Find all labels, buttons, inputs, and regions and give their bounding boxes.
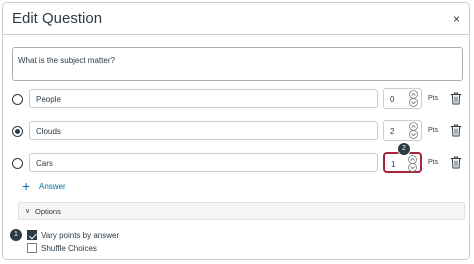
answer-radio[interactable]: [12, 158, 23, 169]
vary-points-checkbox[interactable]: [27, 230, 37, 240]
plus-icon: +: [22, 178, 31, 194]
answer-input[interactable]: Cars: [29, 153, 378, 172]
answer-row: Clouds 2 Pts: [0, 120, 474, 142]
options-label: Options: [35, 207, 61, 216]
points-value: 1: [391, 160, 396, 169]
points-stepper[interactable]: 0: [383, 88, 422, 109]
points-label: Pts: [428, 159, 439, 166]
question-text: What is the subject matter?: [18, 56, 115, 65]
stepper-arrows-icon[interactable]: [407, 155, 418, 172]
options-toggle[interactable]: ∨ Options: [18, 202, 465, 220]
answer-radio[interactable]: [12, 94, 23, 105]
question-text-box[interactable]: What is the subject matter?: [12, 47, 463, 81]
close-icon[interactable]: ×: [453, 12, 460, 26]
add-answer-label: Answer: [39, 182, 66, 191]
answer-radio-selected[interactable]: [12, 126, 23, 137]
stepper-arrows-icon[interactable]: [408, 90, 419, 107]
trash-icon[interactable]: [450, 92, 462, 105]
callout-badge-1: 1: [9, 228, 23, 242]
vary-points-label: Vary points by answer: [41, 231, 120, 240]
stepper-arrows-icon[interactable]: [408, 122, 419, 139]
dialog-header: Edit Question ×: [3, 3, 469, 35]
answer-input[interactable]: Clouds: [29, 121, 378, 140]
answer-input[interactable]: People: [29, 89, 378, 108]
dialog-title: Edit Question: [12, 10, 103, 27]
points-label: Pts: [428, 127, 439, 134]
points-value: 0: [390, 95, 395, 104]
callout-badge-2: 2: [397, 142, 411, 156]
points-label: Pts: [428, 95, 439, 102]
points-value: 2: [390, 127, 395, 136]
shuffle-choices-label: Shuffle Choices: [41, 244, 97, 253]
chevron-down-icon: ∨: [25, 208, 31, 215]
shuffle-choices-checkbox[interactable]: [27, 243, 37, 253]
trash-icon[interactable]: [450, 124, 462, 137]
trash-icon[interactable]: [450, 156, 462, 169]
points-stepper[interactable]: 2: [383, 120, 422, 141]
answer-row: People 0 Pts: [0, 88, 474, 110]
